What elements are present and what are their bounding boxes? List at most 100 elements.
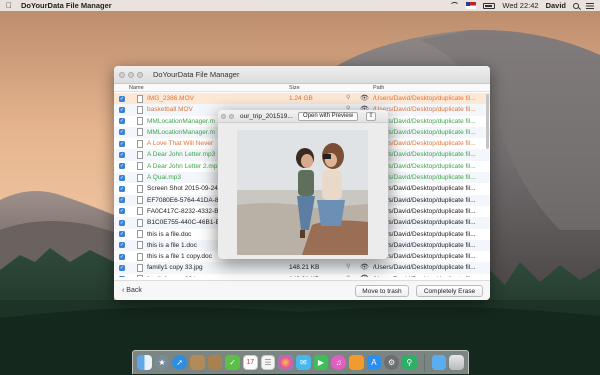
launchpad-icon[interactable]: ★ [154, 355, 170, 370]
table-row[interactable]: ✓ IMG_2386.MOV 1.24 GB ⚲ 👁 /Users/David/Deskt… [114, 93, 490, 105]
notes-icon[interactable] [207, 355, 223, 370]
row-checkbox[interactable]: ✓ [119, 197, 125, 204]
photos-icon[interactable] [278, 355, 293, 370]
file-icon [137, 196, 143, 205]
back-label: Back [126, 287, 142, 294]
share-icon[interactable]: ⇧ [366, 111, 377, 121]
minimize-button[interactable] [128, 71, 134, 78]
completely-erase-button[interactable]: Completely Erase [416, 285, 483, 297]
row-checkbox[interactable]: ✓ [119, 106, 125, 113]
file-path: /Users/David/Desktop/duplicate fil... [373, 162, 476, 170]
trash-icon[interactable] [449, 355, 464, 370]
row-checkbox[interactable]: ✓ [119, 264, 125, 271]
table-row[interactable]: ✓ family1 copy 33.jpg 148.21 KB ⚲ 👁 /Users/Da… [114, 262, 490, 274]
file-icon [137, 230, 143, 239]
row-checkbox[interactable]: ✓ [119, 151, 125, 158]
file-icon [137, 117, 143, 126]
dock: ★ ➚ ✓ 17 ☰ ✉ ▶ ♫ A ⚙ ⚲ [132, 350, 469, 374]
file-name: family1 copy 33.jpg [147, 264, 203, 272]
file-manager-icon[interactable]: ⚲ [401, 355, 417, 370]
doyourdata-icon[interactable]: ✓ [225, 355, 240, 370]
close-button[interactable] [119, 71, 125, 78]
file-icon [137, 263, 143, 272]
window-title: DoYourData File Manager [153, 70, 240, 79]
row-checkbox[interactable]: ✓ [119, 95, 125, 102]
back-button[interactable]: ‹ Back [122, 287, 142, 294]
input-source-flag-icon[interactable] [466, 2, 477, 9]
row-checkbox[interactable]: ✓ [119, 208, 125, 215]
file-icon [137, 218, 143, 227]
row-checkbox[interactable]: ✓ [119, 118, 125, 125]
finder-icon[interactable] [137, 355, 152, 370]
calendar-icon[interactable]: 17 [242, 355, 258, 370]
file-icon [137, 94, 143, 103]
file-icon [137, 105, 143, 114]
row-checkbox[interactable]: ✓ [119, 185, 125, 192]
open-with-preview-button[interactable]: Open with Preview [298, 111, 359, 121]
app-store-icon[interactable]: A [366, 355, 382, 370]
row-checkbox[interactable]: ✓ [119, 129, 125, 136]
preview-eye-icon[interactable]: 👁 [360, 94, 369, 102]
system-preferences-icon[interactable]: ⚙ [384, 355, 399, 370]
file-icon [137, 139, 143, 148]
quicklook-fullscreen-button[interactable] [229, 113, 234, 119]
quicklook-toolbar[interactable]: our_trip_201519... Open with Preview ⇧ [218, 110, 388, 123]
quicklook-close-button[interactable] [221, 113, 226, 119]
magnifier-icon[interactable]: ⚲ [346, 94, 350, 101]
file-path: /Users/David/Desktop/duplicate fil... [373, 151, 476, 159]
file-path: /Users/David/Desktop/duplicate fil... [373, 219, 476, 227]
messages-icon[interactable]: ✉ [296, 355, 311, 370]
file-icon [137, 252, 143, 261]
app-menu-name[interactable]: DoYourData File Manager [21, 1, 112, 10]
column-header-name[interactable]: Name [129, 85, 144, 91]
spotlight-search-icon[interactable] [573, 2, 579, 9]
file-icon [137, 275, 143, 277]
preview-eye-icon[interactable]: 👁 [360, 263, 369, 271]
quicklook-window-controls [221, 113, 234, 119]
row-checkbox[interactable]: ✓ [119, 242, 125, 249]
row-checkbox[interactable]: ✓ [119, 219, 125, 226]
magnifier-icon[interactable]: ⚲ [346, 263, 350, 270]
zoom-button[interactable] [137, 71, 143, 78]
ibooks-icon[interactable] [348, 355, 364, 370]
notification-center-icon[interactable] [586, 2, 594, 9]
row-checkbox[interactable]: ✓ [119, 163, 125, 170]
column-header-size[interactable]: Size [289, 85, 300, 91]
apple-menu-icon[interactable]:  [6, 1, 12, 10]
safari-icon[interactable]: ➚ [172, 355, 187, 370]
menu-clock[interactable]: Wed 22:42 [502, 1, 538, 10]
reminders-icon[interactable]: ☰ [260, 355, 276, 370]
itunes-icon[interactable]: ♫ [331, 355, 346, 370]
preview-eye-icon[interactable]: 👁 [360, 274, 369, 277]
row-checkbox[interactable]: ✓ [119, 231, 125, 238]
file-path: /Users/David/Desktop/duplicate fil... [373, 106, 476, 114]
file-icon [137, 207, 143, 216]
row-checkbox[interactable]: ✓ [119, 174, 125, 181]
file-path: /Users/David/Desktop/duplicate fil... [373, 128, 476, 136]
wifi-icon[interactable] [450, 2, 460, 9]
contacts-icon[interactable] [189, 355, 205, 370]
menu-user-name[interactable]: David [546, 1, 566, 10]
magnifier-icon[interactable]: ⚲ [346, 275, 350, 277]
file-size: 148.21 KB [289, 276, 319, 277]
column-header-path[interactable]: Path [373, 85, 384, 91]
row-checkbox[interactable]: ✓ [119, 140, 125, 147]
file-icon [137, 128, 143, 137]
file-name: IMG_2386.MOV [147, 95, 194, 102]
move-to-trash-button[interactable]: Move to trash [355, 285, 409, 297]
bottom-toolbar: ‹ Back Move to trash Completely Erase [114, 280, 490, 300]
table-row[interactable]: ✓ family1 copy 32.jpg 148.21 KB ⚲ 👁 /Users/Da… [114, 274, 490, 277]
file-path: /Users/David/Desktop/duplicate fil... [373, 253, 476, 261]
window-titlebar[interactable]: DoYourData File Manager [114, 66, 490, 84]
row-checkbox[interactable]: ✓ [119, 253, 125, 260]
file-size: 148.21 KB [289, 264, 320, 272]
vertical-scrollbar[interactable] [486, 94, 489, 149]
file-icon [137, 162, 143, 171]
window-controls [119, 71, 143, 78]
battery-icon[interactable] [483, 2, 496, 9]
downloads-folder-icon[interactable] [431, 355, 447, 370]
file-path: /Users/David/Desktop/duplicate fil... [373, 185, 476, 193]
row-checkbox[interactable]: ✓ [119, 276, 125, 277]
file-path: /Users/David/Desktop/duplicate fil... [373, 174, 476, 182]
facetime-icon[interactable]: ▶ [313, 355, 329, 370]
